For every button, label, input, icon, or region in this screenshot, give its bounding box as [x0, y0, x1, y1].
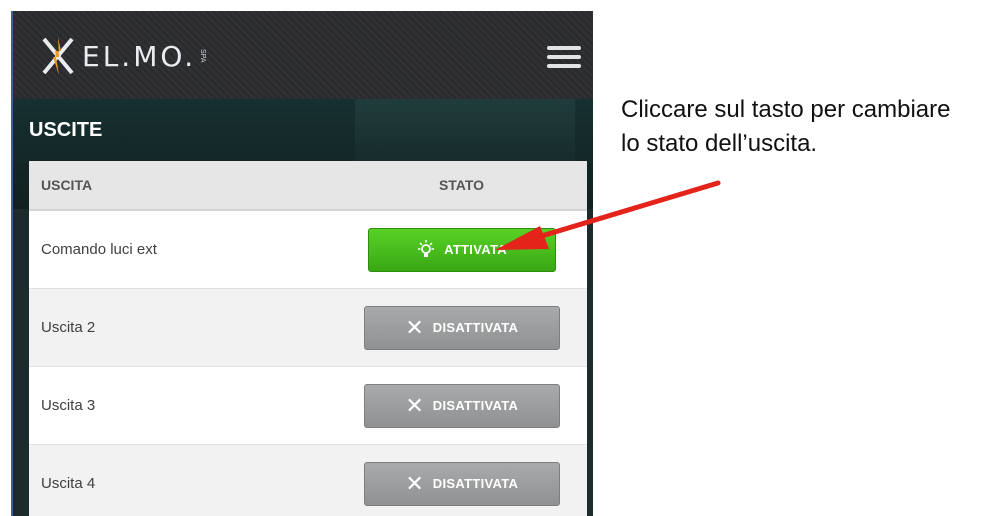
page-title: USCITE	[29, 119, 103, 141]
caption-line-2: lo stato dell’uscita.	[621, 130, 818, 157]
toggle-output-button[interactable]: ✕ DISATTIVATA	[363, 305, 560, 350]
close-icon: ✕	[405, 314, 425, 340]
outputs-table: USCITA STATO Comando luci ext ATTIVATA U…	[29, 161, 587, 516]
state-cell: ATTIVATA	[336, 227, 587, 272]
table-row: Uscita 4 ✕ DISATTIVATA	[29, 445, 587, 516]
table-header: USCITA STATO	[29, 161, 587, 211]
top-navbar: EL.MO. SPA	[13, 11, 593, 99]
hamburger-menu-icon[interactable]	[547, 46, 581, 68]
state-cell: ✕ DISATTIVATA	[336, 305, 587, 350]
state-cell: ✕ DISATTIVATA	[336, 383, 587, 428]
button-label: ATTIVATA	[444, 242, 507, 257]
brand-suffix: SPA	[199, 49, 207, 63]
close-icon: ✕	[405, 470, 425, 496]
output-name: Comando luci ext	[41, 241, 157, 258]
output-name: Uscita 4	[41, 475, 96, 492]
button-label: DISATTIVATA	[432, 398, 519, 413]
table-row: Uscita 3 ✕ DISATTIVATA	[29, 367, 587, 445]
column-header-output: USCITA	[41, 177, 93, 193]
toggle-output-button[interactable]: ATTIVATA	[367, 227, 556, 272]
menu-line	[547, 64, 581, 68]
toggle-output-button[interactable]: ✕ DISATTIVATA	[363, 461, 560, 506]
elmo-logo-icon	[42, 37, 74, 75]
app-window: EL.MO. SPA USCITE USCITA STATO Comando l…	[11, 11, 593, 516]
brand-name: EL.MO.	[82, 39, 197, 73]
caption-line-1: Cliccare sul tasto per cambiare	[621, 96, 951, 123]
menu-line	[547, 55, 581, 59]
logo[interactable]: EL.MO. SPA	[40, 33, 206, 79]
output-name: Uscita 2	[41, 319, 96, 336]
table-row: Uscita 2 ✕ DISATTIVATA	[29, 289, 587, 367]
lightbulb-icon	[416, 239, 436, 260]
output-name: Uscita 3	[41, 397, 96, 414]
button-label: DISATTIVATA	[432, 320, 519, 335]
column-header-state: STATO	[438, 177, 485, 193]
close-icon: ✕	[405, 392, 425, 418]
instruction-caption: Cliccare sul tasto per cambiare lo stato…	[621, 93, 1001, 161]
menu-line	[547, 46, 581, 50]
state-cell: ✕ DISATTIVATA	[336, 461, 587, 506]
toggle-output-button[interactable]: ✕ DISATTIVATA	[363, 383, 560, 428]
button-label: DISATTIVATA	[432, 476, 519, 491]
table-row: Comando luci ext ATTIVATA	[29, 211, 587, 289]
